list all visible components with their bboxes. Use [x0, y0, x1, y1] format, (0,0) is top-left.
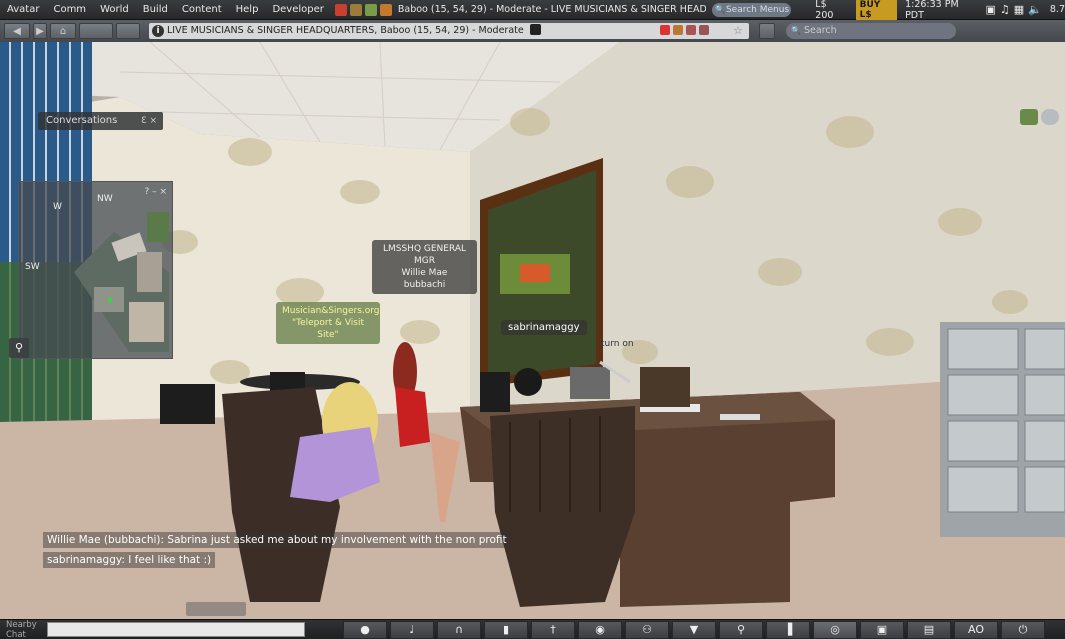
- avatar-status-icon[interactable]: [1020, 109, 1038, 125]
- location-field[interactable]: i LIVE MUSICIANS & SINGER HEADQUARTERS, …: [149, 23, 749, 39]
- search-menus-input[interactable]: Search Menus: [711, 2, 792, 17]
- rating-moderate-icon: [529, 24, 541, 35]
- world-view[interactable]: Conversations Ɛ × W NW SW ? – × ⚲ LMSSHQ…: [0, 42, 1065, 619]
- search-input[interactable]: Search: [786, 23, 956, 39]
- menu-developer[interactable]: Developer: [265, 4, 330, 15]
- teleport-button[interactable]: [116, 23, 140, 39]
- bottom-toolbar: Nearby Chat ● ♩ ∩ ▮ † ◉ ⚇ ▼ ⚲ ▐ ◎ ▣ ▤ AO…: [0, 619, 1065, 639]
- no-build-icon[interactable]: [364, 3, 377, 16]
- menu-world[interactable]: World: [93, 4, 136, 15]
- hover-line-title: LMSSHQ GENERAL MGR: [382, 244, 467, 266]
- menu-avatar[interactable]: Avatar: [0, 4, 46, 15]
- top-right-icons: [1020, 109, 1059, 125]
- no-voice-icon[interactable]: [334, 3, 347, 16]
- walk-icon[interactable]: †: [531, 620, 575, 639]
- minimap-icon[interactable]: ◎: [813, 620, 857, 639]
- conversations-title: Conversations: [46, 115, 118, 126]
- forward-button[interactable]: ▶: [33, 23, 47, 39]
- no-scripts-icon[interactable]: [379, 3, 392, 16]
- headphones-icon[interactable]: ∩: [437, 620, 481, 639]
- laptop: [570, 367, 610, 399]
- monitor-icon[interactable]: ▣: [986, 3, 996, 16]
- location-label[interactable]: Baboo (15, 54, 29) - Moderate - LIVE MUS…: [398, 4, 706, 15]
- hover-text-teleport-sign[interactable]: Musician&Singers.org "Teleport & Visit S…: [276, 302, 380, 344]
- nearby-chat-label: Nearby Chat: [6, 619, 37, 639]
- main-menu: Avatar Comm World Build Content Help Dev…: [0, 4, 331, 15]
- menu-content[interactable]: Content: [175, 4, 229, 15]
- home-button[interactable]: ⌂: [50, 23, 76, 39]
- conversations-floater[interactable]: Conversations Ɛ ×: [38, 112, 163, 130]
- avatar-red-dress: [395, 387, 430, 447]
- back-button[interactable]: ◀: [4, 23, 30, 39]
- damage-icon[interactable]: [660, 25, 670, 35]
- system-icons: ▣ ♫ ▦ 🔈: [986, 3, 1042, 16]
- ao-button[interactable]: AO: [954, 620, 998, 639]
- location-text: LIVE MUSICIANS & SINGER HEADQUARTERS, Ba…: [167, 25, 524, 36]
- chat-bubble-icon[interactable]: [1041, 109, 1059, 125]
- minimap-terrain: [74, 212, 169, 352]
- hover-line-name: Willie Mae: [401, 268, 448, 278]
- map-icon[interactable]: ▐: [766, 620, 810, 639]
- microphone-icon[interactable]: ♩: [390, 620, 434, 639]
- avatar-name-tag[interactable]: sabrinamaggy: [501, 320, 587, 335]
- top-menu-bar: Avatar Comm World Build Content Help Dev…: [0, 0, 1065, 21]
- hover-text-willie-mae: LMSSHQ GENERAL MGR Willie Mae bubbachi: [372, 240, 477, 294]
- no-fly-icon[interactable]: [349, 3, 362, 16]
- camera-controls-icon[interactable]: ▮: [484, 620, 528, 639]
- media-icon[interactable]: ♫: [1000, 3, 1010, 16]
- people-icon[interactable]: ⚇: [625, 620, 669, 639]
- buy-currency-button[interactable]: BUY L$: [855, 0, 898, 21]
- fps-label: 8.7: [1049, 4, 1065, 15]
- chair-back-left: [160, 384, 215, 424]
- menu-help[interactable]: Help: [229, 4, 266, 15]
- toolbar-buttons: ● ♩ ∩ ▮ † ◉ ⚇ ▼ ⚲ ▐ ◎ ▣ ▤ AO ⏻: [343, 620, 1045, 639]
- floater-controls[interactable]: Ɛ ×: [141, 112, 157, 130]
- minimap-panel[interactable]: W NW SW ? – ×: [18, 181, 173, 359]
- history-button[interactable]: [79, 23, 113, 39]
- map-pin-button[interactable]: ⚲: [9, 338, 29, 358]
- favorite-star-icon[interactable]: ☆: [733, 23, 743, 39]
- navigation-bar: ◀ ▶ ⌂ i LIVE MUSICIANS & SINGER HEADQUAR…: [0, 20, 1065, 42]
- chat-line: sabrinamaggy: I feel like that :): [43, 552, 216, 568]
- snapshot-icon[interactable]: ▣: [860, 620, 904, 639]
- chat-toast[interactable]: [186, 602, 246, 616]
- eye-icon[interactable]: ◉: [578, 620, 622, 639]
- info-icon[interactable]: i: [152, 25, 164, 37]
- graphics-icon[interactable]: ▦: [1014, 3, 1024, 16]
- expand-button[interactable]: [759, 23, 775, 39]
- parcel-status-icons: [334, 3, 392, 16]
- avatar-dark-hair: [514, 368, 542, 396]
- cabinet-drawers: [947, 328, 1065, 513]
- menu-comm[interactable]: Comm: [46, 4, 93, 15]
- hover-line-site: Musician&Singers.org: [282, 306, 380, 316]
- build-icon[interactable]: [686, 25, 696, 35]
- inventory-icon[interactable]: ▤: [907, 620, 951, 639]
- hover-line-teleport: "Teleport & Visit Site": [291, 318, 365, 340]
- volume-icon[interactable]: 🔈: [1028, 3, 1042, 16]
- chat-line: Willie Mae (bubbachi): Sabrina just aske…: [43, 532, 511, 548]
- push-icon[interactable]: [699, 25, 709, 35]
- clock-label: 1:26:33 PM PDT: [905, 0, 959, 21]
- pathfinding-icon[interactable]: [673, 25, 683, 35]
- search-icon[interactable]: ⚲: [719, 620, 763, 639]
- hover-line-username: bubbachi: [403, 280, 446, 290]
- balance-label[interactable]: L$ 200: [815, 0, 845, 21]
- power-icon[interactable]: ⏻: [1001, 620, 1045, 639]
- chat-input[interactable]: [47, 622, 305, 637]
- office-chair: [640, 367, 690, 407]
- speech-bubble-icon[interactable]: ●: [343, 620, 387, 639]
- menu-build[interactable]: Build: [136, 4, 175, 15]
- object-hover-text[interactable]: turn on: [601, 339, 634, 349]
- appearance-icon[interactable]: ▼: [672, 620, 716, 639]
- parcel-icons: [660, 25, 709, 35]
